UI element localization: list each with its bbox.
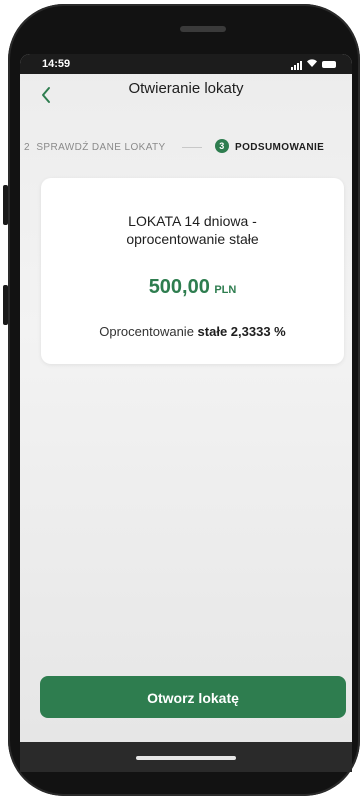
deposit-amount: 500,00 PLN [41, 276, 344, 299]
wifi-icon [306, 58, 318, 71]
deposit-name-line2: oprocentowanie stałe [126, 231, 259, 247]
deposit-summary-card: LOKATA 14 dniowa - oprocentowanie stałe … [41, 178, 344, 364]
signal-icon [291, 60, 302, 70]
system-nav-bar [20, 742, 352, 772]
speaker-grille [180, 26, 226, 32]
page-title: Otwieranie lokaty [128, 80, 244, 97]
home-indicator[interactable] [136, 756, 236, 760]
status-icons [291, 58, 336, 71]
rate-value: stałe 2,3333 % [197, 324, 286, 339]
step-previous-number: 2 [24, 142, 30, 153]
battery-icon [322, 61, 336, 68]
step-indicator: 2 SPRAWDŹ DANE LOKATY 3 PODSUMOWANIE [20, 136, 352, 158]
step-current-number: 3 [215, 139, 229, 153]
status-bar: 14:59 [20, 54, 352, 74]
open-deposit-button[interactable]: Otworz lokatę [40, 676, 346, 718]
step-current-label: PODSUMOWANIE [235, 142, 325, 153]
amount-currency: PLN [214, 284, 237, 296]
step-divider [182, 147, 202, 148]
interest-rate: Oprocentowanie stałe 2,3333 % [41, 324, 344, 339]
amount-value: 500,00 [148, 276, 210, 298]
deposit-name: LOKATA 14 dniowa - oprocentowanie stałe [41, 212, 344, 248]
step-previous[interactable]: 2 SPRAWDŹ DANE LOKATY [24, 142, 166, 153]
step-previous-label: SPRAWDŹ DANE LOKATY [36, 142, 166, 153]
app-screen: 14:59 Otwieranie lokaty 2 SPRAWDŹ DANE L… [20, 54, 352, 742]
deposit-name-line1: LOKATA 14 dniowa - [128, 213, 257, 229]
rate-label: Oprocentowanie [99, 324, 194, 339]
side-button [3, 185, 8, 225]
side-button [3, 285, 8, 325]
status-time: 14:59 [42, 58, 71, 70]
